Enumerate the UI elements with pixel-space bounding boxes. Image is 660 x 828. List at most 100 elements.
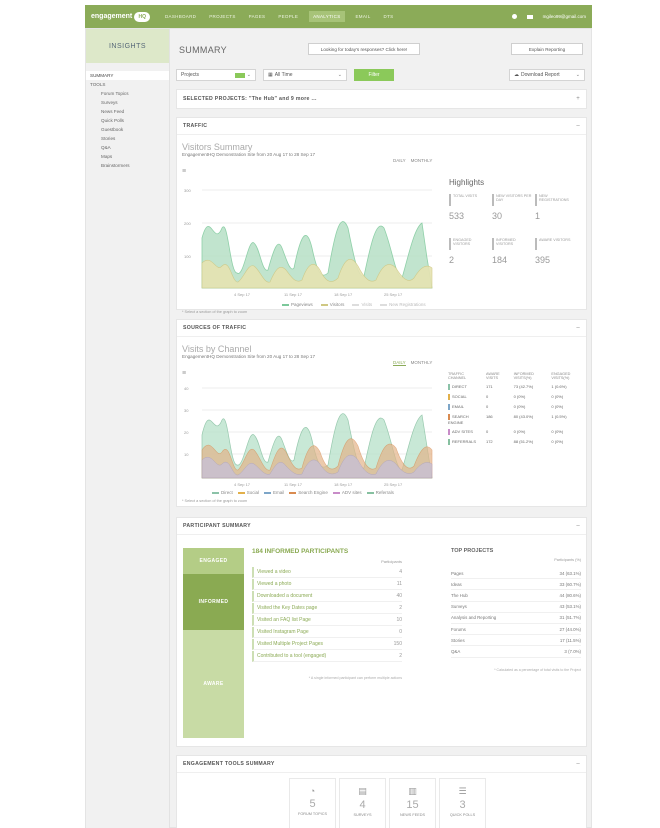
x-tick: 4 Sep 17: [234, 292, 251, 297]
table-row[interactable]: Q&A 3 (7.0%): [451, 646, 581, 658]
help-icon[interactable]: [511, 14, 517, 19]
table-row[interactable]: Forums 27 (44.0%): [451, 624, 581, 636]
nav-email[interactable]: EMAIL: [354, 11, 373, 22]
legend-item[interactable]: Visitors: [320, 302, 344, 307]
table-row[interactable]: The Hub 44 (80.6%): [451, 590, 581, 602]
top-projects-panel: TOP PROJECTS Participants (%) Pages 34 (6…: [451, 548, 581, 672]
visitors-chart[interactable]: 300 200 100 4 Sep 17 11 Sep 17 18 Sep 17…: [182, 178, 437, 298]
sidebar-item-quick-polls[interactable]: Quick Polls: [86, 116, 169, 125]
highlight-label: NEW VISITORS PER DAY: [492, 194, 532, 206]
collapse-icon[interactable]: –: [576, 523, 580, 529]
y-tick: 100: [184, 254, 191, 259]
sidebar-item-brainstormers[interactable]: Brainstormers: [86, 161, 169, 170]
projects-select[interactable]: Projects ⌄: [176, 69, 256, 81]
tool-count: 5: [309, 798, 316, 810]
legend-item[interactable]: Visits: [352, 302, 372, 307]
highlight-label: TOTAL VISITS: [449, 194, 489, 206]
logo[interactable]: engagement HQ: [91, 11, 163, 22]
y-tick: 300: [184, 188, 191, 193]
list-item: Viewed a photo 11: [252, 579, 402, 590]
nav-dts[interactable]: DTS: [382, 11, 396, 22]
sidebar-item-summary[interactable]: SUMMARY: [86, 71, 169, 80]
highlight-value: 395: [535, 255, 551, 265]
user-email[interactable]: mgileo99@gmail.com: [543, 14, 586, 19]
table-row[interactable]: Analysis and Reporting 31 (51.7%): [451, 613, 581, 624]
mail-icon[interactable]: [526, 14, 533, 19]
x-tick: 11 Sep 17: [284, 292, 303, 297]
traffic-card-head: TRAFFIC –: [177, 118, 586, 135]
legend-item[interactable]: Referrals: [366, 490, 394, 495]
table-row: DIRECT 171 73 (42.7%) 1 (0.6%): [445, 382, 585, 392]
highlight-value: 533: [449, 211, 465, 221]
tab-engaged[interactable]: ENGAGED: [183, 548, 244, 574]
collapse-icon[interactable]: –: [576, 325, 580, 331]
sidebar-item-guestbook[interactable]: Guestbook: [86, 125, 169, 134]
table-row: SOCIAL 00 (0%) 0 (0%): [445, 392, 585, 402]
forum-icon: ◔: [309, 786, 316, 796]
nav-dashboard[interactable]: DASHBOARD: [163, 11, 198, 22]
explain-reporting-button[interactable]: Explain Reporting: [511, 43, 583, 55]
nav-people[interactable]: PEOPLE: [276, 11, 300, 22]
sidebar-item-maps[interactable]: Maps: [86, 152, 169, 161]
table-row[interactable]: Surveys 43 (53.1%): [451, 602, 581, 613]
nav-projects[interactable]: PROJECTS: [207, 11, 237, 22]
nav-analytics[interactable]: ANALYTICS: [309, 11, 345, 22]
tool-card-forum-topics[interactable]: ◔ 5 FORUM TOPICS: [289, 778, 336, 828]
channel-chart[interactable]: 40 30 20 10 4 Sep 17 11 Sep 17 18 Sep 17…: [182, 380, 437, 490]
x-tick: 18 Sep 17: [334, 482, 353, 487]
legend-item[interactable]: Email: [264, 490, 284, 495]
column-header: AWARE VISITS: [485, 372, 500, 380]
top-projects-footnote: * Calculated as a percentage of total vi…: [494, 667, 581, 672]
sidebar-item-forum-topics[interactable]: Forum Topics: [86, 89, 169, 98]
hamburger-menu-icon[interactable]: ≡: [182, 168, 186, 175]
y-tick: 30: [184, 408, 189, 413]
tool-card-quick-polls[interactable]: ☰ 3 QUICK POLLS: [439, 778, 486, 828]
tool-card-news-feeds[interactable]: ▥ 15 NEWS FEEDS: [389, 778, 436, 828]
highlights-panel: Highlights TOTAL VISITS 533 NEW VISITORS…: [449, 178, 579, 296]
legend-item[interactable]: Search Engine: [289, 490, 328, 495]
sidebar-item-qa[interactable]: Q&A: [86, 143, 169, 152]
legend-item[interactable]: New Registrations: [380, 302, 426, 307]
nav-pages[interactable]: PAGES: [247, 11, 268, 22]
hamburger-menu-icon[interactable]: ≡: [182, 370, 186, 377]
collapse-icon[interactable]: –: [576, 123, 580, 129]
daily-toggle[interactable]: DAILY: [393, 360, 406, 366]
legend-item[interactable]: Social: [237, 490, 259, 495]
tab-informed[interactable]: INFORMED: [183, 574, 244, 630]
traffic-legend: Pageviews Visitors Visits New Registrati…: [282, 302, 426, 307]
time-select[interactable]: ▦ All Time ⌄: [263, 69, 347, 81]
highlight-label: NEW REGISTRATIONS: [535, 194, 575, 206]
tools-section-title: ENGAGEMENT TOOLS SUMMARY: [183, 761, 275, 767]
sidebar-item-stories[interactable]: Stories: [86, 134, 169, 143]
tool-card-surveys[interactable]: ▤ 4 SURVEYS: [339, 778, 386, 828]
legend-item[interactable]: ADV sites: [332, 490, 362, 495]
tool-label: SURVEYS: [353, 813, 372, 817]
legend-item[interactable]: Pageviews: [282, 302, 313, 307]
participant-summary-card: PARTICIPANT SUMMARY – ENGAGED INFORMED A…: [176, 517, 587, 747]
sources-zoom-hint: * Select a section of the graph to zoom: [182, 499, 248, 503]
page-title: SUMMARY: [179, 45, 227, 55]
sources-card-head: SOURCES OF TRAFFIC –: [177, 320, 586, 337]
download-report-label: Download Report: [521, 72, 560, 78]
expand-plus-icon[interactable]: +: [576, 96, 580, 102]
selected-projects-card[interactable]: SELECTED PROJECTS: "The Hub" and 9 more …: [176, 89, 587, 109]
table-row[interactable]: Pages 34 (63.1%): [451, 568, 581, 580]
daily-toggle[interactable]: DAILY: [393, 158, 406, 163]
filter-button[interactable]: Filter: [354, 69, 394, 81]
projects-count-badge: [234, 72, 245, 78]
download-report-button[interactable]: ☁ Download Report ⌄: [509, 69, 585, 81]
sidebar-item-surveys[interactable]: Surveys: [86, 98, 169, 107]
tab-aware[interactable]: AWARE: [183, 630, 244, 738]
tool-count: 15: [406, 799, 419, 811]
cloud-download-icon: ☁: [514, 72, 519, 78]
table-row[interactable]: Ideas 33 (60.7%): [451, 579, 581, 591]
todays-responses-button[interactable]: Looking for today's responses? Click her…: [308, 43, 420, 55]
highlight-informed-visitors: INFORMED VISITORS 184: [492, 238, 532, 265]
collapse-icon[interactable]: –: [576, 761, 580, 767]
monthly-toggle[interactable]: MONTHLY: [411, 158, 433, 163]
sidebar-item-news-feed[interactable]: News Feed: [86, 107, 169, 116]
monthly-toggle[interactable]: MONTHLY: [411, 360, 433, 366]
calendar-icon: ▦: [268, 72, 273, 78]
legend-item[interactable]: Direct: [212, 490, 233, 495]
table-row[interactable]: Stories 17 (11.5%): [451, 635, 581, 647]
